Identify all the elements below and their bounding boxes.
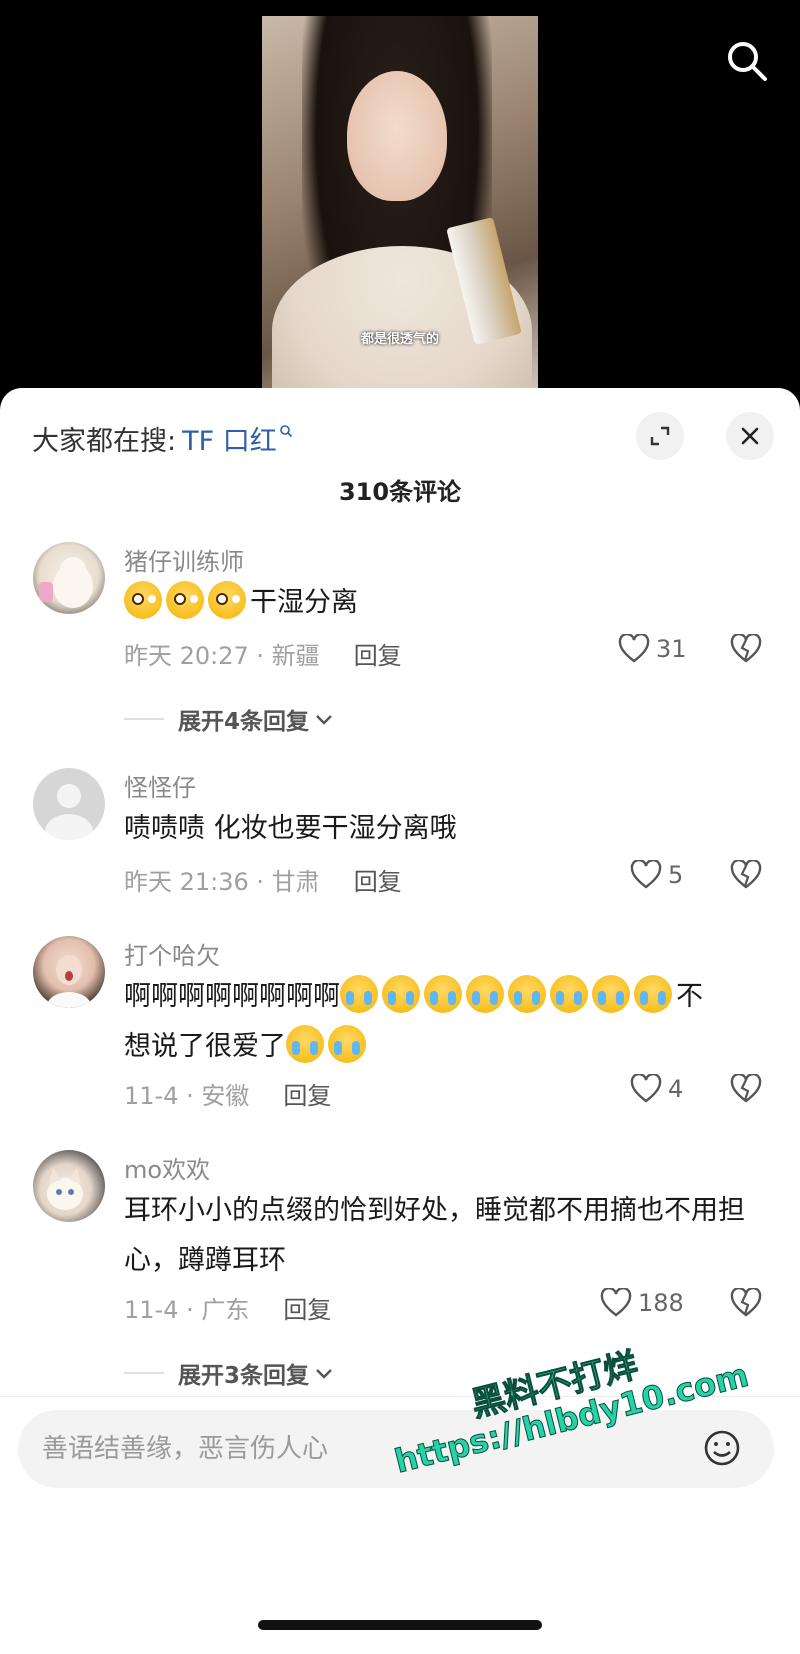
comment-text-body: 不 (676, 981, 703, 1012)
crying-face-emoji (328, 1025, 366, 1063)
dislike-button[interactable] (730, 1286, 762, 1322)
reply-button[interactable]: 回复 (283, 1076, 331, 1111)
avatar[interactable] (33, 542, 105, 614)
smiley-icon (704, 1430, 740, 1466)
crying-face-emoji (340, 975, 378, 1013)
reply-button[interactable]: 回复 (283, 1290, 331, 1325)
video-frame[interactable]: 都是很透气的 (262, 16, 538, 400)
expand-replies-label: 展开3条回复 (178, 1363, 310, 1389)
crying-face-emoji (592, 975, 630, 1013)
reply-button[interactable]: 回复 (354, 862, 402, 897)
heart-icon (630, 1074, 662, 1103)
comment-time-location: 11-4 · 安徽 (124, 1082, 250, 1110)
comment-time-location: 昨天 21:36 · 甘肃 (124, 868, 320, 896)
divider-line (124, 718, 164, 720)
girl-avatar-icon (47, 955, 91, 1008)
like-count: 31 (656, 635, 687, 663)
expand-replies-label: 展开4条回复 (178, 709, 310, 735)
emoji-button[interactable] (702, 1428, 742, 1468)
comment-text-body: 想说了很爱了 (124, 1031, 286, 1062)
comment-username[interactable]: 打个哈欠 (124, 936, 220, 971)
chevron-down-icon (316, 1369, 332, 1379)
comment-meta: 昨天 20:27 · 新疆 回复 (124, 636, 402, 671)
comment-meta: 11-4 · 广东 回复 (124, 1290, 331, 1325)
comment-username[interactable]: mo欢欢 (124, 1150, 210, 1185)
comment-text-body: 啊啊啊啊啊啊啊啊 (124, 981, 340, 1012)
avatar[interactable] (33, 768, 105, 840)
comment-time-location: 昨天 20:27 · 新疆 (124, 642, 320, 670)
like-count: 5 (668, 861, 684, 889)
video-face (347, 71, 447, 201)
dislike-button[interactable] (730, 858, 762, 894)
comment-meta: 11-4 · 安徽 回复 (124, 1076, 331, 1111)
close-icon (741, 427, 759, 445)
dislike-button[interactable] (730, 1072, 762, 1108)
default-avatar-icon (45, 784, 93, 840)
comment-text: 啊啊啊啊啊啊啊啊 不想说了很爱了 (124, 972, 762, 1072)
crying-face-emoji (382, 975, 420, 1013)
comment-meta: 昨天 21:36 · 甘肃 回复 (124, 862, 402, 897)
like-button[interactable]: 5 (630, 860, 683, 890)
divider-line (124, 1372, 164, 1374)
heart-icon (630, 860, 662, 889)
expand-replies-button[interactable]: 展开3条回复 (124, 1356, 335, 1390)
crying-face-emoji (508, 975, 546, 1013)
expand-button[interactable] (636, 412, 684, 460)
search-hint-label: 大家都在搜: (32, 425, 177, 457)
comment-text-body: 干湿分离 (250, 587, 358, 618)
expand-icon (650, 426, 670, 446)
avatar[interactable] (33, 936, 105, 1008)
video-caption: 都是很透气的 (360, 332, 439, 347)
comment-text: 啧啧啧 化妆也要干湿分离哦 (124, 813, 457, 844)
dislike-button[interactable] (730, 632, 762, 668)
pleading-face-emoji (208, 581, 246, 619)
crying-face-emoji (286, 1025, 324, 1063)
crying-face-emoji (466, 975, 504, 1013)
heart-icon (618, 634, 650, 663)
crying-face-emoji (550, 975, 588, 1013)
heart-icon (600, 1288, 632, 1317)
close-button[interactable] (726, 412, 774, 460)
chevron-down-icon (316, 715, 332, 725)
comment-username[interactable]: 怪怪仔 (124, 768, 196, 803)
search-button[interactable] (724, 38, 770, 84)
home-indicator (258, 1620, 542, 1630)
avatar[interactable] (33, 1150, 105, 1222)
search-keyword-link[interactable]: TF 口红 (182, 419, 277, 458)
comment-text: 耳环小小的点缀的恰到好处，睡觉都不用摘也不用担心，蹲蹲耳环 (124, 1195, 745, 1276)
comment-time-location: 11-4 · 广东 (124, 1296, 250, 1324)
broken-heart-icon (730, 632, 762, 663)
video-player[interactable]: 都是很透气的 (0, 0, 800, 400)
like-count: 188 (638, 1289, 684, 1317)
like-count: 4 (668, 1075, 684, 1103)
search-suggestion[interactable]: 大家都在搜: TF 口红 (32, 418, 293, 458)
comment-username[interactable]: 猪仔训练师 (124, 542, 244, 577)
pleading-face-emoji (166, 581, 204, 619)
cat-avatar-icon (39, 557, 93, 608)
like-button[interactable]: 4 (630, 1074, 683, 1104)
like-button[interactable]: 188 (600, 1288, 684, 1318)
comment-text: 干湿分离 (124, 578, 762, 628)
comment-count: 310条评论 (338, 478, 462, 506)
broken-heart-icon (730, 1072, 762, 1103)
reply-button[interactable]: 回复 (354, 636, 402, 671)
like-button[interactable]: 31 (618, 634, 687, 664)
search-icon (279, 425, 292, 438)
broken-heart-icon (730, 1286, 762, 1317)
expand-replies-button[interactable]: 展开4条回复 (124, 702, 335, 736)
search-icon (728, 42, 767, 81)
pleading-face-emoji (124, 581, 162, 619)
crying-face-emoji (424, 975, 462, 1013)
crying-face-emoji (634, 975, 672, 1013)
broken-heart-icon (730, 858, 762, 889)
kitten-avatar-icon (47, 1168, 83, 1210)
